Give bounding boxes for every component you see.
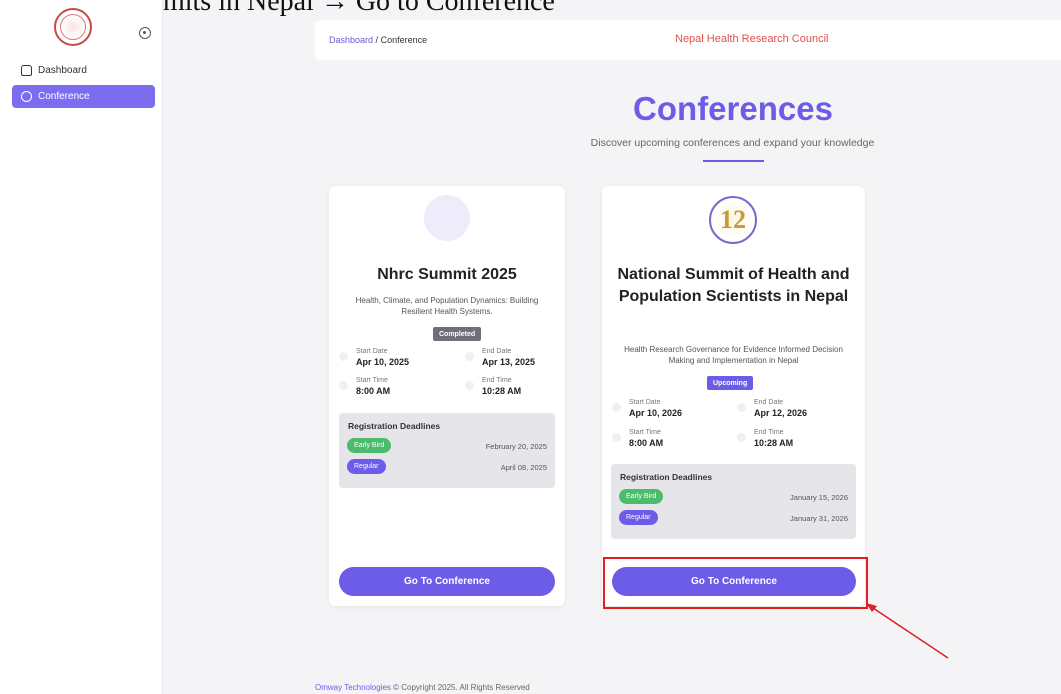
sidebar-item-label: Dashboard: [38, 65, 87, 76]
registration-deadlines: Registration Deadlines Early Bird Januar…: [611, 464, 856, 539]
start-date-label: Start Date: [356, 348, 388, 355]
conference-description: Health, Climate, and Population Dynamics…: [355, 296, 539, 316]
regular-badge: Regular: [347, 459, 386, 474]
footer-copyright: © Copyright 2025. All Rights Reserved: [393, 683, 530, 692]
start-time-value: 8:00 AM: [629, 438, 664, 448]
start-date-value: Apr 10, 2026: [629, 408, 683, 418]
conference-description: Health Research Governance for Evidence …: [624, 345, 843, 365]
conference-title: Nhrc Summit 2025: [377, 266, 517, 283]
start-time-label: Start Time: [356, 377, 388, 384]
calendar-icon: [339, 352, 348, 361]
sidebar: Dashboard Conference: [0, 0, 163, 694]
start-time-value: 8:00 AM: [356, 386, 391, 396]
early-bird-date: January 15, 2026: [790, 493, 848, 502]
calendar-icon: [737, 403, 746, 412]
breadcrumb-separator: /: [375, 35, 379, 45]
annotation-arrow-icon: [866, 603, 949, 659]
top-bar: Dashboard / Conference Nepal Health Rese…: [315, 20, 1061, 60]
footer-brand-link[interactable]: Omway Technologies: [315, 683, 391, 692]
end-time-value: 10:28 AM: [754, 438, 794, 448]
end-time-label: End Time: [482, 377, 512, 384]
breadcrumb-dashboard-link[interactable]: Dashboard: [329, 35, 373, 45]
footer: Omway Technologies © Copyright 2025. All…: [315, 683, 530, 692]
clock-icon: [737, 433, 746, 442]
conference-title: National Summit of Health and Population…: [617, 266, 850, 305]
go-to-conference-button[interactable]: Go To Conference: [339, 567, 555, 596]
end-date-label: End Date: [482, 348, 512, 355]
end-date-value: Apr 12, 2026: [754, 408, 808, 418]
sidebar-item-dashboard[interactable]: Dashboard: [12, 59, 155, 82]
end-date-label: End Date: [754, 399, 784, 406]
breadcrumb-current: Conference: [380, 35, 428, 45]
regular-date: April 08, 2025: [500, 463, 547, 472]
sidebar-toggle-icon[interactable]: [139, 27, 151, 39]
end-time-label: End Time: [754, 429, 784, 436]
calendar-icon: [465, 352, 474, 361]
summit-emblem: 12: [709, 196, 757, 244]
home-icon: [21, 65, 32, 76]
nhrc-logo: [54, 8, 92, 46]
conference-card: 12 National Summit of Health and Populat…: [602, 186, 865, 606]
org-name: Nepal Health Research Council: [675, 33, 829, 45]
regular-date: January 31, 2026: [790, 514, 848, 523]
breadcrumb: Dashboard / Conference: [329, 35, 427, 45]
calendar-icon: [612, 403, 621, 412]
annotation-highlight-box: [603, 557, 868, 609]
start-date-value: Apr 10, 2025: [356, 357, 410, 367]
conference-card: Nhrc Summit 2025 Health, Climate, and Po…: [329, 186, 565, 606]
end-date-value: Apr 13, 2025: [482, 357, 536, 367]
sidebar-item-conference[interactable]: Conference: [12, 85, 155, 108]
sidebar-item-label: Conference: [38, 91, 90, 102]
early-bird-badge: Early Bird: [347, 438, 392, 453]
early-bird-date: February 20, 2025: [485, 442, 547, 451]
clock-icon: [339, 381, 348, 390]
deadlines-title: Registration Deadlines: [348, 421, 441, 431]
page-subtitle: Discover upcoming conferences and expand…: [590, 137, 875, 149]
title-divider: [703, 160, 764, 162]
status-badge: Upcoming: [707, 376, 754, 390]
conference-icon: [21, 91, 32, 102]
conference-logo-placeholder: [424, 195, 470, 241]
early-bird-badge: Early Bird: [619, 489, 664, 504]
regular-badge: Regular: [619, 510, 658, 525]
clock-icon: [612, 433, 621, 442]
start-time-label: Start Time: [629, 429, 661, 436]
registration-deadlines: Registration Deadlines Early Bird Februa…: [339, 413, 555, 488]
page-title: Conferences: [633, 90, 833, 127]
end-time-value: 10:28 AM: [482, 386, 522, 396]
status-badge: Completed: [433, 327, 482, 341]
start-date-label: Start Date: [629, 399, 661, 406]
deadlines-title: Registration Deadlines: [620, 472, 713, 482]
clock-icon: [465, 381, 474, 390]
